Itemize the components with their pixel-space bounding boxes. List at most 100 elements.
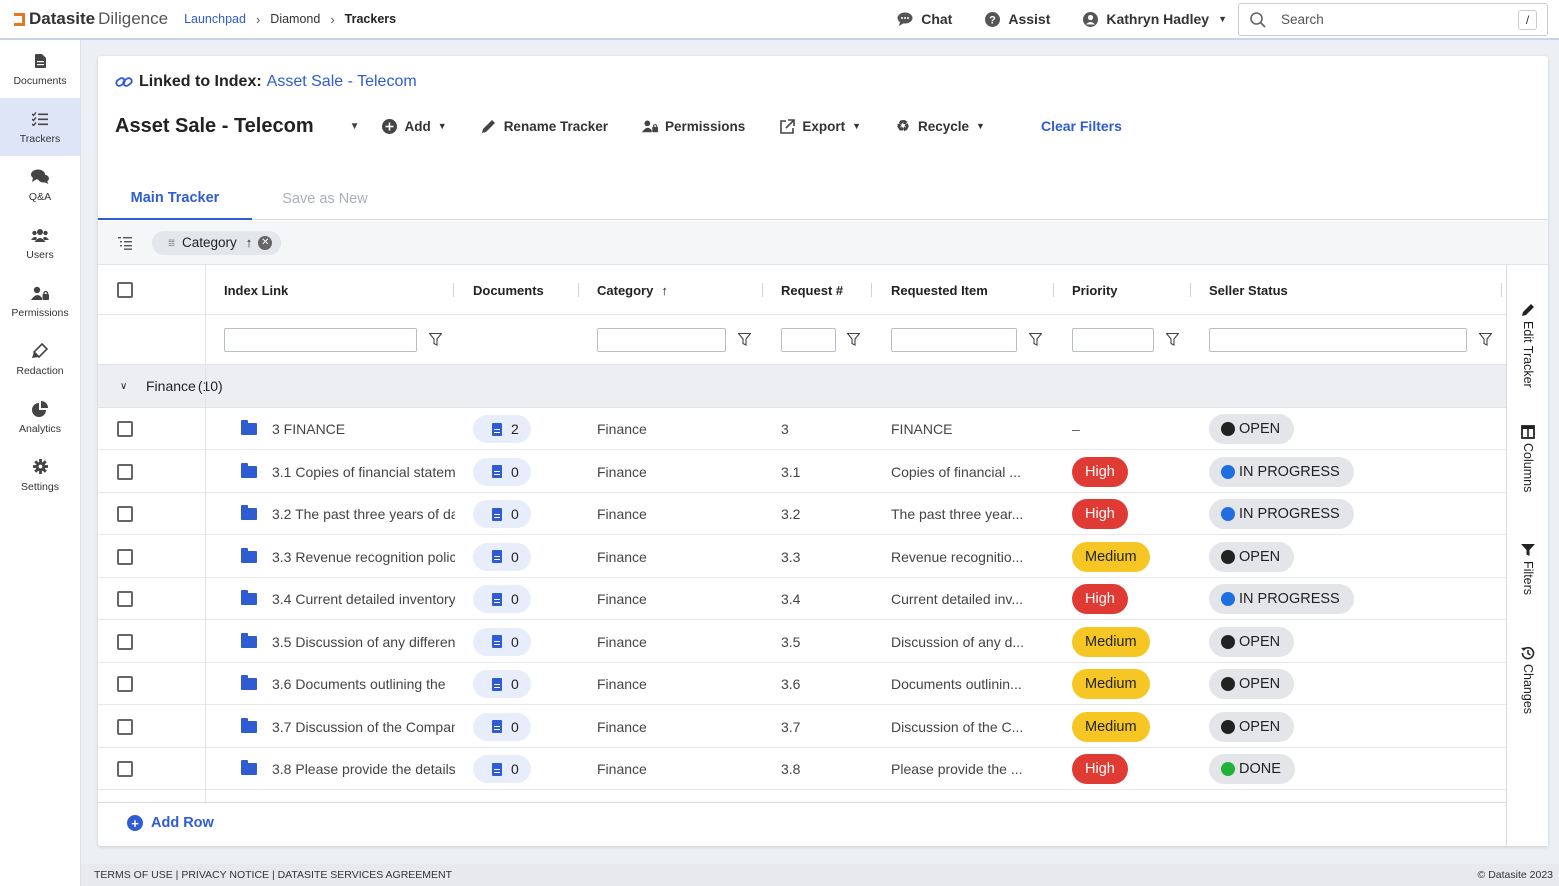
col-header-seller-status[interactable]: Seller Status (1209, 265, 1288, 315)
breadcrumb-launchpad[interactable]: Launchpad (184, 12, 246, 26)
seller-status-cell[interactable]: OPEN (1209, 706, 1295, 748)
table-row[interactable]: 3.7 Discussion of the Company 0 Finance 3.7… (98, 706, 1506, 748)
documents-cell[interactable]: 0 (473, 706, 531, 748)
col-separator[interactable] (578, 283, 579, 297)
seller-status-cell[interactable]: DONE (1209, 748, 1295, 790)
document-count-pill[interactable]: 0 (473, 627, 531, 656)
sidebar-item-redaction[interactable]: Redaction (0, 330, 80, 388)
add-button[interactable]: Add ▼ (382, 118, 447, 134)
documents-cell[interactable]: 0 (473, 578, 531, 620)
assist-button[interactable]: ? Assist (984, 11, 1050, 27)
seller-status-cell[interactable]: OPEN (1209, 663, 1295, 705)
priority-cell[interactable]: High (1072, 451, 1128, 493)
recycle-button[interactable]: ♻ Recycle ▼ (895, 118, 985, 135)
filter-icon[interactable] (1166, 333, 1179, 346)
priority-filter-input[interactable] (1072, 328, 1154, 352)
seller-status-cell[interactable]: OPEN (1209, 621, 1295, 663)
seller-status-cell[interactable]: OPEN (1209, 408, 1295, 450)
remove-group-icon[interactable]: ✕ (258, 235, 273, 250)
permissions-button[interactable]: Permissions (642, 118, 745, 134)
col-separator[interactable] (1501, 283, 1502, 297)
documents-cell[interactable]: 2 (473, 408, 531, 450)
filter-icon[interactable] (738, 333, 751, 346)
document-count-pill[interactable]: 0 (473, 542, 531, 571)
sidebar-item-documents[interactable]: Documents (0, 40, 80, 98)
chat-button[interactable]: Chat (897, 11, 952, 27)
col-header-requested-item[interactable]: Requested Item (891, 265, 988, 315)
tab-main-tracker[interactable]: Main Tracker (98, 178, 252, 220)
col-header-index-link[interactable]: Index Link (224, 265, 288, 315)
priority-cell[interactable]: Medium (1072, 706, 1150, 748)
row-checkbox[interactable] (117, 718, 133, 735)
table-row[interactable]: 3.5 Discussion of any differences 0 Financ… (98, 621, 1506, 663)
documents-cell[interactable]: 0 (473, 663, 531, 705)
request-filter-input[interactable] (781, 328, 836, 352)
seller-status-cell[interactable]: OPEN (1209, 536, 1295, 578)
col-header-documents[interactable]: Documents (473, 265, 544, 315)
index-link-cell[interactable]: 3.5 Discussion of any differences (241, 621, 455, 663)
sidebar-item-permissions[interactable]: Permissions (0, 272, 80, 330)
status-badge[interactable]: IN PROGRESS (1209, 456, 1354, 487)
category-filter-input[interactable] (597, 328, 726, 352)
priority-cell[interactable]: Medium (1072, 536, 1150, 578)
seller-status-cell[interactable]: IN PROGRESS (1209, 578, 1354, 620)
add-row-button[interactable]: + Add Row (127, 815, 214, 831)
datasite-logo[interactable]: Datasite Diligence (14, 9, 168, 29)
filter-icon[interactable] (1029, 333, 1042, 346)
changes-panel-toggle[interactable]: Changes (1507, 646, 1549, 714)
priority-cell[interactable]: High (1072, 748, 1128, 790)
table-row[interactable]: 3.4 Current detailed inventory 0 Finance 3.… (98, 578, 1506, 620)
tracker-switcher-chevron-icon[interactable]: ▼ (350, 121, 360, 132)
row-checkbox[interactable] (117, 548, 133, 565)
documents-cell[interactable]: 0 (473, 451, 531, 493)
documents-cell[interactable]: 0 (473, 493, 531, 535)
footer-links[interactable]: TERMS OF USE | PRIVACY NOTICE | DATASITE… (94, 869, 452, 881)
seller-status-cell[interactable]: IN PROGRESS (1209, 451, 1354, 493)
document-count-pill[interactable]: 0 (473, 755, 531, 783)
table-row[interactable]: 3 FINANCE 2 Finance 3 FINANCE – OPEN (98, 408, 1506, 450)
index-link-filter-input[interactable] (224, 328, 417, 352)
seller-status-cell[interactable]: IN PROGRESS (1209, 493, 1354, 535)
index-link-cell[interactable]: 3.1 Copies of financial statements (241, 451, 455, 493)
clear-filters-button[interactable]: Clear Filters (1041, 118, 1122, 134)
sort-arrow-icon[interactable]: ↑ (246, 235, 253, 250)
document-count-pill[interactable]: 0 (473, 712, 531, 741)
row-checkbox[interactable] (117, 591, 133, 607)
table-row[interactable]: 3.1 Copies of financial statements 0 Finan… (98, 451, 1506, 493)
document-count-pill[interactable]: 0 (473, 457, 531, 486)
col-separator[interactable] (871, 283, 872, 297)
rename-tracker-button[interactable]: Rename Tracker (481, 118, 608, 134)
col-header-category[interactable]: Category ↑ (597, 265, 668, 315)
status-badge[interactable]: OPEN (1209, 414, 1295, 444)
document-count-pill[interactable]: 0 (473, 585, 531, 613)
search-input[interactable]: Search / (1238, 3, 1548, 36)
row-checkbox[interactable] (117, 506, 133, 522)
col-header-priority[interactable]: Priority (1072, 265, 1118, 315)
priority-cell[interactable]: Medium (1072, 621, 1150, 663)
filter-icon[interactable] (1479, 333, 1492, 346)
documents-cell[interactable]: 0 (473, 536, 531, 578)
export-button[interactable]: Export ▼ (779, 118, 861, 134)
col-separator[interactable] (1053, 283, 1054, 297)
sidebar-item-trackers[interactable]: Trackers (0, 98, 80, 156)
table-row[interactable]: 3.8 Please provide the details 0 Finance 3.… (98, 748, 1506, 790)
status-badge[interactable]: OPEN (1209, 541, 1295, 572)
document-count-pill[interactable]: 2 (473, 415, 531, 443)
requested-item-filter-input[interactable] (891, 328, 1017, 352)
index-link-cell[interactable]: 3.2 The past three years of data (241, 493, 455, 535)
row-checkbox[interactable] (117, 633, 133, 650)
chevron-down-icon[interactable]: ∨ (120, 381, 132, 392)
columns-panel-toggle[interactable]: Columns (1507, 425, 1549, 492)
tab-save-as-new[interactable]: Save as New (252, 178, 398, 220)
status-badge[interactable]: OPEN (1209, 626, 1295, 657)
seller-status-filter-input[interactable] (1209, 328, 1467, 352)
group-by-chip[interactable]: ⁞⁞⁞⁞ Category ↑ ✕ (152, 230, 282, 255)
row-checkbox[interactable] (117, 421, 133, 437)
filter-icon[interactable] (847, 333, 860, 346)
status-badge[interactable]: DONE (1209, 754, 1295, 784)
breadcrumb-diamond[interactable]: Diamond (270, 12, 320, 26)
status-badge[interactable]: OPEN (1209, 669, 1295, 699)
edit-tracker-panel-toggle[interactable]: Edit Tracker (1507, 303, 1549, 388)
sidebar-item-settings[interactable]: Settings (0, 446, 80, 504)
row-checkbox[interactable] (117, 463, 133, 480)
